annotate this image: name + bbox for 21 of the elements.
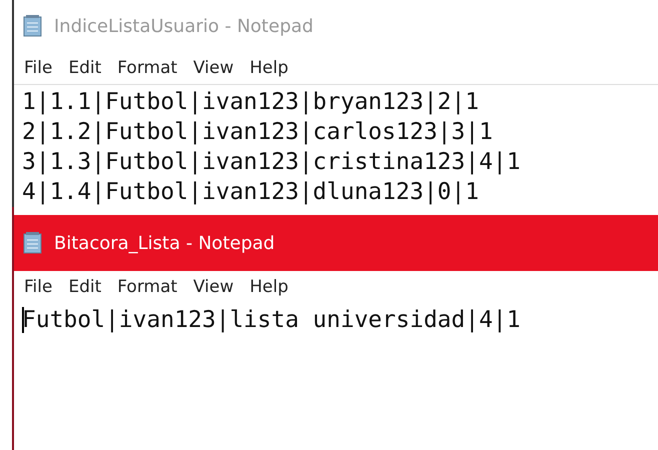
text-editor[interactable]: 1|1.1|Futbol|ivan123|bryan123|2|1 2|1.2|Futbol|ivan123|carlos123|3|1 3|1.3|Futbol|ivan123|cristina123|4|1 4|1.4|Futbol|ivan123|dluna123|0|1 — [14, 85, 658, 207]
text-line: 3|1.3|Futbol|ivan123|cristina123|4|1 — [22, 149, 520, 175]
menu-item[interactable]: Edit — [68, 58, 102, 78]
menu-item[interactable]: File — [24, 58, 52, 78]
text-line: 1|1.1|Futbol|ivan123|bryan123|2|1 — [22, 89, 479, 115]
text-editor[interactable]: Futbol|ivan123|lista universidad|4|1 — [14, 303, 658, 335]
text-line: 4|1.4|Futbol|ivan123|dluna123|0|1 — [22, 179, 479, 205]
menu-item[interactable]: Edit — [68, 277, 102, 297]
menu-item[interactable]: Help — [250, 58, 288, 78]
notepad-icon — [22, 14, 44, 38]
menu-item[interactable]: Help — [250, 277, 288, 297]
menu-item[interactable]: Format — [117, 277, 178, 297]
window-title: Bitacora_Lista - Notepad — [54, 232, 275, 254]
menu-item[interactable]: Format — [117, 58, 178, 78]
text-line: Futbol|ivan123|lista universidad|4|1 — [22, 307, 520, 333]
window-title: IndiceListaUsuario - Notepad — [54, 16, 314, 36]
notepad-icon — [22, 231, 44, 255]
menu-item[interactable]: File — [24, 277, 52, 297]
menu-item[interactable]: View — [193, 58, 234, 78]
menu-item[interactable]: View — [193, 277, 234, 297]
text-line: 2|1.2|Futbol|ivan123|carlos123|3|1 — [22, 119, 493, 145]
